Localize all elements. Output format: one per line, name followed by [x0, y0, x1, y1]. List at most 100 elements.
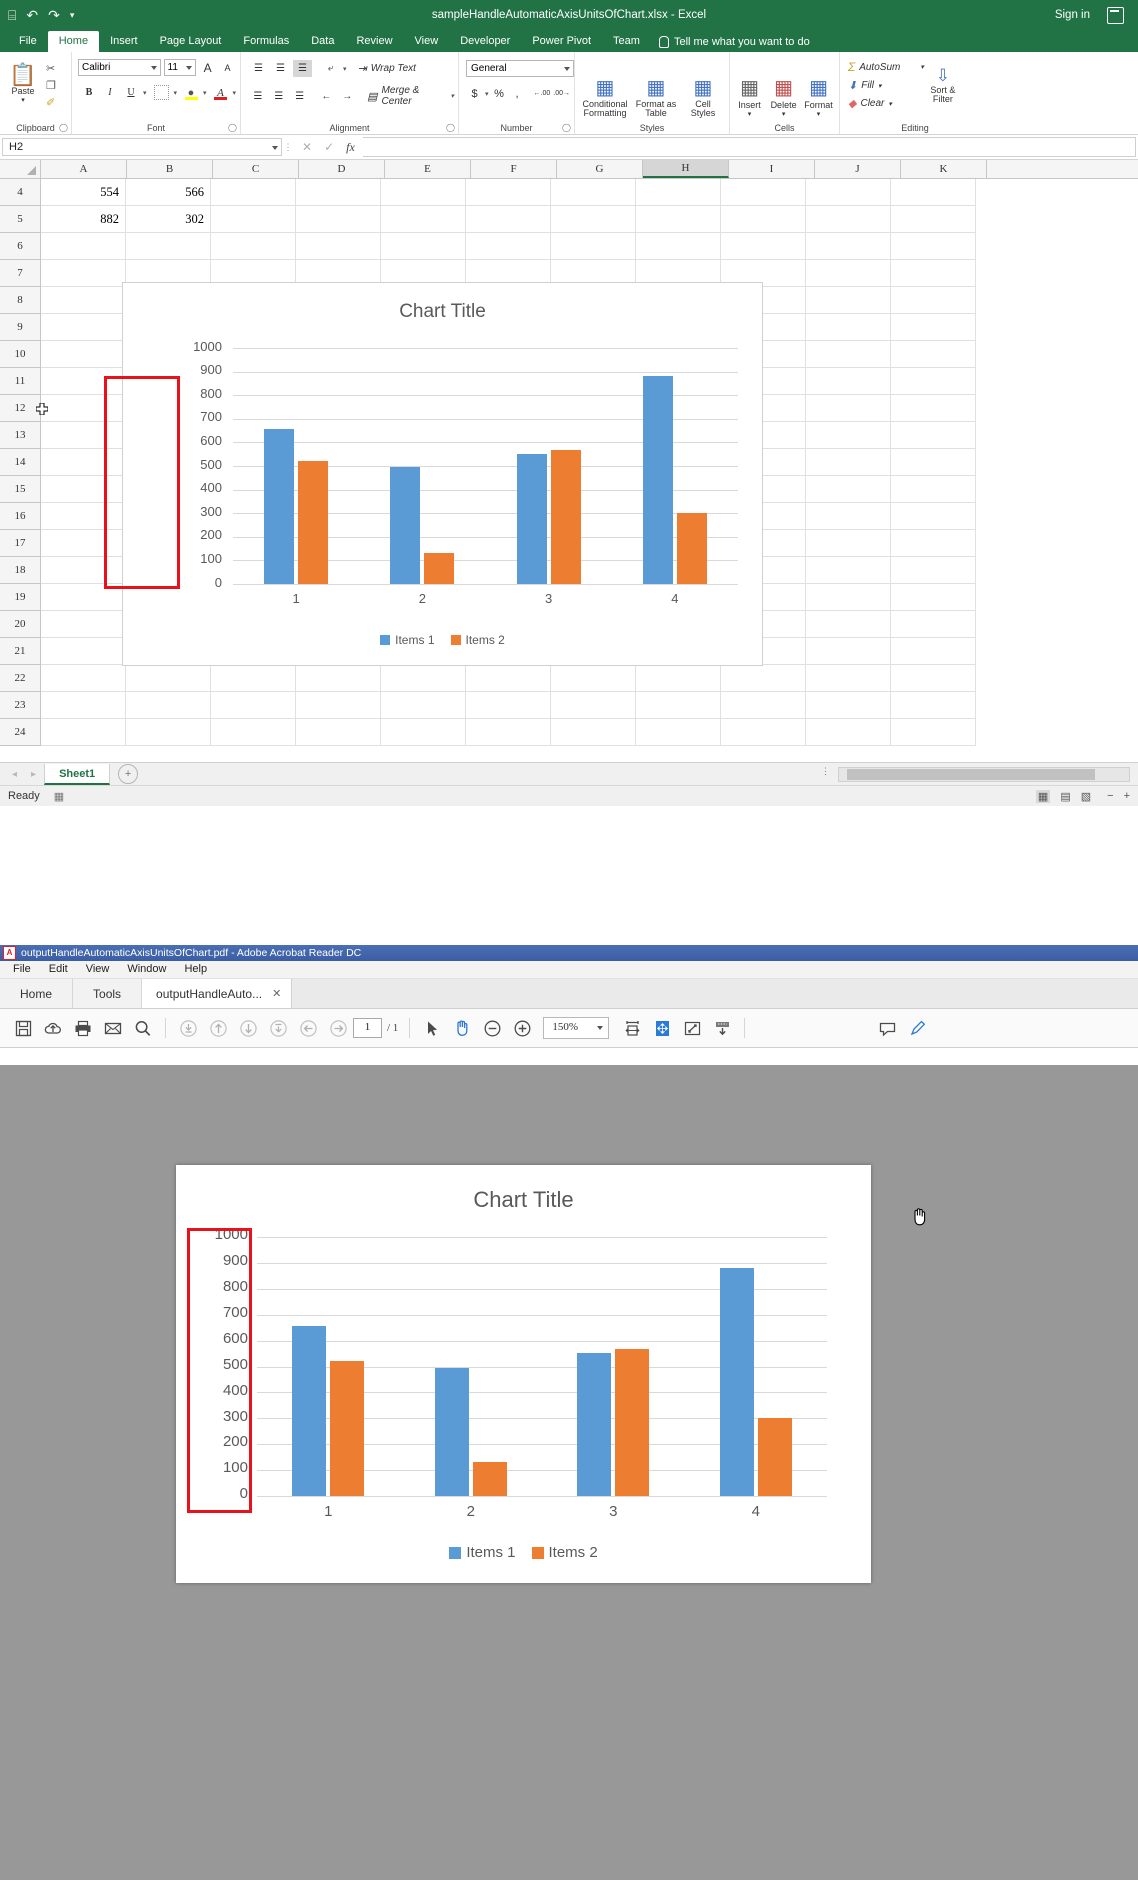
paste-button[interactable]: 📋 Paste ▾ — [4, 59, 42, 109]
chart-bar[interactable] — [330, 1361, 364, 1496]
previous-page-icon[interactable] — [203, 1013, 233, 1043]
cell-K23[interactable] — [891, 692, 976, 719]
cell-I22[interactable] — [721, 665, 806, 692]
tab-view[interactable]: View — [404, 31, 450, 52]
cell-K22[interactable] — [891, 665, 976, 692]
normal-view-button[interactable]: ▦ — [1036, 790, 1050, 803]
chart-bar[interactable] — [551, 450, 581, 584]
cell-J4[interactable] — [806, 179, 891, 206]
cell-J23[interactable] — [806, 692, 891, 719]
chart-bar[interactable] — [677, 513, 707, 584]
cell-K5[interactable] — [891, 206, 976, 233]
cell-K7[interactable] — [891, 260, 976, 287]
zoom-in-icon[interactable] — [507, 1013, 537, 1043]
row-header-24[interactable]: 24 — [0, 719, 41, 746]
row-header-4[interactable]: 4 — [0, 179, 41, 206]
cell-K16[interactable] — [891, 503, 976, 530]
cell-A20[interactable] — [41, 611, 126, 638]
cell-C22[interactable] — [211, 665, 296, 692]
add-sheet-button[interactable]: + — [118, 764, 138, 784]
tab-document[interactable]: outputHandleAuto... ✕ — [142, 979, 292, 1008]
cell-F4[interactable] — [466, 179, 551, 206]
cell-G22[interactable] — [551, 665, 636, 692]
cell-D5[interactable] — [296, 206, 381, 233]
percent-format-icon[interactable]: % — [492, 85, 507, 102]
tab-insert[interactable]: Insert — [99, 31, 149, 52]
hand-tool-icon[interactable] — [447, 1013, 477, 1043]
cell-A7[interactable] — [41, 260, 126, 287]
cell-A6[interactable] — [41, 233, 126, 260]
grid-row[interactable]: 24 — [0, 719, 1138, 746]
sort-filter-button[interactable]: ⇩ Sort & Filter — [926, 55, 960, 110]
grid-row[interactable]: 23 — [0, 692, 1138, 719]
cell-A24[interactable] — [41, 719, 126, 746]
grid-row[interactable]: 22 — [0, 665, 1138, 692]
previous-sheet-button[interactable]: ◂ — [6, 769, 23, 780]
cell-J14[interactable] — [806, 449, 891, 476]
search-icon[interactable] — [128, 1013, 158, 1043]
cell-C4[interactable] — [211, 179, 296, 206]
print-icon[interactable] — [68, 1013, 98, 1043]
cell-D4[interactable] — [296, 179, 381, 206]
cell-F22[interactable] — [466, 665, 551, 692]
row-header-6[interactable]: 6 — [0, 233, 41, 260]
cell-J22[interactable] — [806, 665, 891, 692]
cell-F6[interactable] — [466, 233, 551, 260]
row-header-12[interactable]: 12 — [0, 395, 41, 422]
next-sheet-button[interactable]: ▸ — [25, 769, 42, 780]
cell-K17[interactable] — [891, 530, 976, 557]
previous-view-icon[interactable] — [293, 1013, 323, 1043]
tab-developer[interactable]: Developer — [449, 31, 521, 52]
cell-B23[interactable] — [126, 692, 211, 719]
menu-view[interactable]: View — [77, 961, 119, 978]
grid-row[interactable]: 6 — [0, 233, 1138, 260]
cell-F23[interactable] — [466, 692, 551, 719]
insert-function-icon[interactable]: fx — [346, 140, 355, 155]
cell-K24[interactable] — [891, 719, 976, 746]
zoom-out-icon[interactable] — [477, 1013, 507, 1043]
cell-E5[interactable] — [381, 206, 466, 233]
cell-G4[interactable] — [551, 179, 636, 206]
decrease-indent-icon[interactable]: ← — [317, 88, 335, 105]
chart-legend-item[interactable]: Items 2 — [532, 1544, 598, 1561]
row-header-19[interactable]: 19 — [0, 584, 41, 611]
chart-bar[interactable] — [758, 1418, 792, 1496]
cell-G24[interactable] — [551, 719, 636, 746]
zoom-out-button[interactable]: − — [1107, 790, 1113, 802]
pdf-canvas[interactable]: Chart Title 1000900800700600500400300200… — [0, 1065, 1138, 1880]
sheet-tab-sheet1[interactable]: Sheet1 — [44, 764, 110, 785]
horizontal-scrollbar[interactable] — [838, 767, 1130, 782]
cell-F5[interactable] — [466, 206, 551, 233]
row-header-13[interactable]: 13 — [0, 422, 41, 449]
tab-file[interactable]: File — [8, 31, 48, 52]
cell-G6[interactable] — [551, 233, 636, 260]
cancel-formula-icon[interactable]: ✕ — [302, 140, 312, 154]
autosum-button[interactable]: Σ AutoSum ▾ — [848, 60, 924, 74]
cell-J12[interactable] — [806, 395, 891, 422]
cell-B24[interactable] — [126, 719, 211, 746]
next-view-icon[interactable] — [323, 1013, 353, 1043]
tab-tools[interactable]: Tools — [73, 979, 142, 1008]
copy-icon[interactable]: ❐ — [46, 79, 56, 92]
tab-home[interactable]: Home — [0, 979, 73, 1008]
cell-K20[interactable] — [891, 611, 976, 638]
column-header-c[interactable]: C — [213, 160, 299, 178]
cell-K12[interactable] — [891, 395, 976, 422]
cell-J20[interactable] — [806, 611, 891, 638]
cell-K14[interactable] — [891, 449, 976, 476]
font-name-select[interactable]: Calibri — [78, 59, 161, 76]
column-header-j[interactable]: J — [815, 160, 901, 178]
accounting-format-icon[interactable]: $ — [467, 85, 482, 102]
align-left-icon[interactable]: ☰ — [249, 88, 267, 105]
fit-page-icon[interactable] — [647, 1013, 677, 1043]
cell-B5[interactable]: 302 — [126, 206, 211, 233]
cell-K10[interactable] — [891, 341, 976, 368]
close-icon[interactable]: ✕ — [272, 987, 281, 1000]
formula-input[interactable] — [363, 137, 1136, 157]
row-header-22[interactable]: 22 — [0, 665, 41, 692]
column-header-e[interactable]: E — [385, 160, 471, 178]
cell-J6[interactable] — [806, 233, 891, 260]
cell-I6[interactable] — [721, 233, 806, 260]
select-all-button[interactable] — [0, 160, 41, 178]
chart-legend[interactable]: Items 1Items 2 — [123, 633, 762, 647]
